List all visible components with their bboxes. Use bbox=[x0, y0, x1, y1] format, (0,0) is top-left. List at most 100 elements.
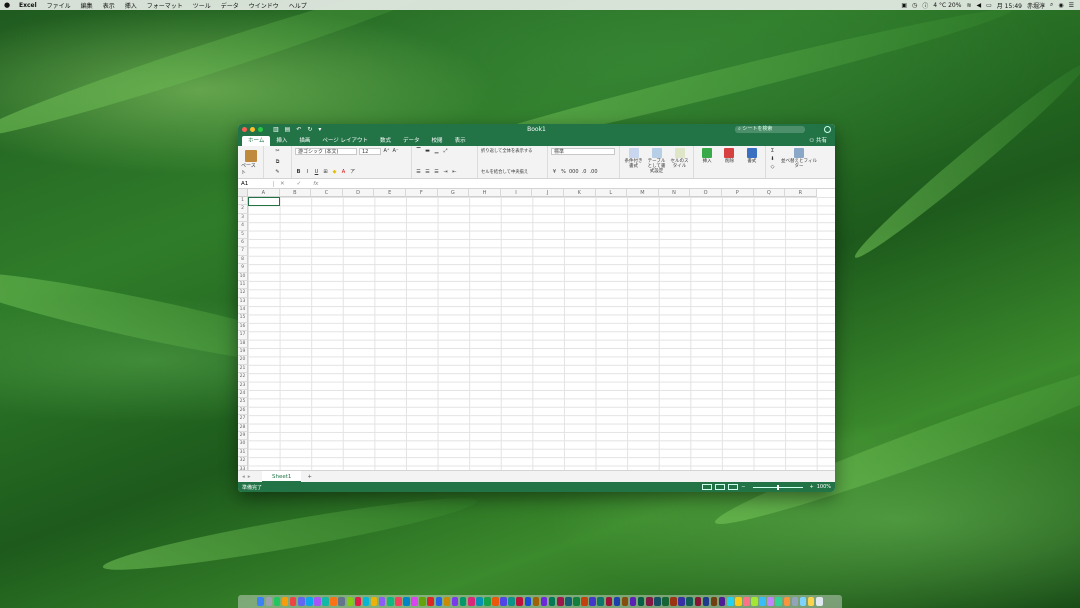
dock-app-icon[interactable] bbox=[621, 597, 629, 606]
row-header-29[interactable]: 29 bbox=[238, 431, 248, 441]
menu-tools[interactable]: ツール bbox=[188, 1, 216, 10]
dock-app-icon[interactable] bbox=[476, 597, 483, 606]
comma-button[interactable]: 000 bbox=[569, 169, 579, 176]
menu-window[interactable]: ウインドウ bbox=[244, 1, 284, 10]
merge-center-button[interactable]: セルを結合して中央揃え bbox=[481, 169, 544, 176]
row-header-31[interactable]: 31 bbox=[238, 448, 248, 458]
menu-format[interactable]: フォーマット bbox=[142, 1, 188, 10]
dock-app-icon[interactable] bbox=[492, 597, 499, 606]
dock-app-icon[interactable] bbox=[670, 597, 677, 606]
dock-app-icon[interactable] bbox=[662, 597, 669, 606]
minimize-button[interactable] bbox=[250, 127, 255, 132]
dock-app-icon[interactable] bbox=[735, 597, 742, 606]
column-header-p[interactable]: P bbox=[721, 189, 754, 197]
row-header-8[interactable]: 8 bbox=[238, 255, 248, 265]
row-header-24[interactable]: 24 bbox=[238, 389, 248, 399]
indent-icon[interactable]: ⇥ bbox=[442, 169, 449, 176]
format-painter-icon[interactable]: ✎ bbox=[267, 169, 288, 176]
dock-app-icon[interactable] bbox=[411, 597, 418, 606]
insert-function-button[interactable]: fx bbox=[307, 181, 324, 187]
row-header-5[interactable]: 5 bbox=[238, 230, 248, 239]
column-header-f[interactable]: F bbox=[405, 189, 438, 197]
dock-app-icon[interactable] bbox=[573, 597, 580, 606]
bold-button[interactable]: B bbox=[295, 169, 302, 176]
dock-app-icon[interactable] bbox=[597, 597, 604, 606]
search-icon[interactable]: ⌕ bbox=[1050, 1, 1053, 9]
column-header-e[interactable]: E bbox=[374, 189, 406, 197]
dock-app-icon[interactable] bbox=[654, 597, 661, 606]
column-header-g[interactable]: G bbox=[437, 189, 470, 197]
cut-icon[interactable]: ✂ bbox=[267, 148, 288, 155]
row-header-30[interactable]: 30 bbox=[238, 440, 248, 449]
siri-icon[interactable]: ◉ bbox=[1058, 2, 1063, 9]
battery-icon[interactable]: ▭ bbox=[986, 2, 992, 9]
dock-app-icon[interactable] bbox=[330, 597, 337, 606]
dock-app-icon[interactable] bbox=[346, 597, 354, 606]
dock-app-icon[interactable] bbox=[435, 597, 443, 606]
dock-app-icon[interactable] bbox=[297, 597, 305, 606]
apple-icon[interactable]: ● bbox=[0, 1, 14, 9]
font-size-select[interactable]: 12 bbox=[359, 148, 381, 155]
autosum-icon[interactable]: Σ bbox=[769, 148, 776, 155]
dock-app-icon[interactable] bbox=[386, 597, 394, 606]
row-header-15[interactable]: 15 bbox=[238, 314, 248, 323]
cell-styles-button[interactable]: セルのスタイル bbox=[669, 148, 690, 176]
zoom-button[interactable] bbox=[258, 127, 263, 132]
tab-review[interactable]: 校閲 bbox=[426, 136, 449, 146]
column-header-q[interactable]: Q bbox=[753, 189, 786, 197]
delete-cells-button[interactable]: 削除 bbox=[719, 148, 739, 176]
dock-app-icon[interactable] bbox=[694, 597, 702, 606]
align-top-icon[interactable]: ▔ bbox=[415, 148, 422, 155]
tab-view[interactable]: 表示 bbox=[449, 136, 472, 146]
weather-status[interactable]: 4 °C 20% bbox=[933, 2, 961, 9]
page-layout-view-icon[interactable] bbox=[715, 484, 726, 490]
worksheet-grid[interactable]: ABCDEFGHIJKLMNOPQR 1 2 3 4 5 6 7 8 9 10 11 12 13 14 15… bbox=[238, 189, 835, 470]
clear-icon[interactable]: ◇ bbox=[769, 164, 776, 171]
column-header-a[interactable]: A bbox=[248, 189, 280, 197]
menu-help[interactable]: ヘルプ bbox=[284, 1, 312, 10]
save-icon[interactable]: ▤ bbox=[285, 126, 291, 133]
row-header-22[interactable]: 22 bbox=[238, 373, 248, 382]
row-header-33[interactable]: 33 bbox=[238, 465, 248, 470]
align-center-icon[interactable]: ☰ bbox=[424, 169, 431, 176]
column-header-o[interactable]: O bbox=[690, 189, 722, 197]
column-header-n[interactable]: N bbox=[658, 189, 691, 197]
tab-draw[interactable]: 描画 bbox=[293, 136, 316, 146]
dock-app-icon[interactable] bbox=[532, 597, 540, 606]
menu-file[interactable]: ファイル bbox=[42, 1, 76, 10]
tab-formulas[interactable]: 数式 bbox=[374, 136, 397, 146]
confirm-icon[interactable]: ✓ bbox=[291, 181, 308, 187]
dock-app-icon[interactable] bbox=[605, 597, 613, 606]
clock-icon[interactable]: ◷ bbox=[912, 2, 917, 9]
tab-insert[interactable]: 挿入 bbox=[270, 136, 293, 146]
dock-app-icon[interactable] bbox=[686, 597, 694, 606]
camera-icon[interactable]: ▣ bbox=[901, 2, 907, 9]
dock-app-icon[interactable] bbox=[678, 597, 685, 606]
row-header-19[interactable]: 19 bbox=[238, 348, 248, 357]
align-bottom-icon[interactable]: ▁ bbox=[433, 148, 440, 155]
menu-edit[interactable]: 編集 bbox=[76, 1, 98, 10]
wrap-text-button[interactable]: 折り返して全体を表示する bbox=[481, 148, 544, 155]
column-header-b[interactable]: B bbox=[279, 189, 312, 197]
select-all-corner[interactable] bbox=[238, 189, 248, 197]
row-header-20[interactable]: 20 bbox=[238, 356, 248, 365]
row-header-16[interactable]: 16 bbox=[238, 322, 248, 332]
menu-data[interactable]: データ bbox=[216, 1, 244, 10]
sidebar-icon[interactable]: ▥ bbox=[273, 126, 279, 133]
column-header-i[interactable]: I bbox=[500, 189, 533, 197]
dock-app-icon[interactable] bbox=[362, 597, 370, 606]
row-header-7[interactable]: 7 bbox=[238, 247, 248, 256]
dock-app-icon[interactable] bbox=[306, 597, 313, 606]
dock-app-icon[interactable] bbox=[581, 597, 588, 606]
align-middle-icon[interactable]: ▬ bbox=[424, 148, 431, 155]
increase-decimal-icon[interactable]: .0 bbox=[581, 169, 588, 176]
dock-app-icon[interactable] bbox=[556, 597, 564, 606]
dock-app-icon[interactable] bbox=[524, 597, 532, 606]
dock-app-icon[interactable] bbox=[257, 597, 265, 606]
column-header-k[interactable]: K bbox=[563, 189, 596, 197]
row-header-10[interactable]: 10 bbox=[238, 272, 248, 281]
row-header-1[interactable]: 1 bbox=[238, 197, 248, 206]
cancel-icon[interactable]: ✕ bbox=[274, 181, 291, 187]
zoom-out-icon[interactable]: − bbox=[741, 484, 745, 490]
fill-icon[interactable]: ⬇ bbox=[769, 156, 776, 163]
